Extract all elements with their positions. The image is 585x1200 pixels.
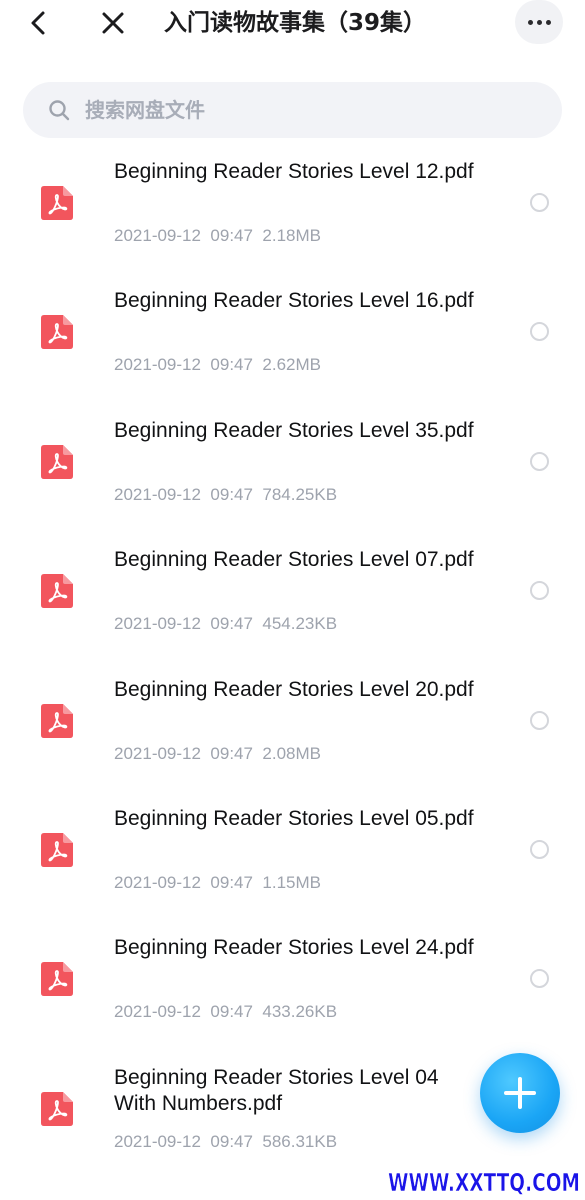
more-horizontal-icon xyxy=(545,19,551,25)
file-meta: 2021-09-12 09:47 1.15MB xyxy=(114,872,321,892)
pdf-file-icon xyxy=(41,703,73,738)
search-bar[interactable] xyxy=(23,82,562,138)
select-radio[interactable] xyxy=(530,839,549,859)
select-radio[interactable] xyxy=(530,451,549,471)
pdf-file-icon xyxy=(41,574,73,609)
file-browser-screen: 入门读物故事集（39集） Beginning Reader Stories Le… xyxy=(0,0,585,1200)
pdf-file-icon xyxy=(41,186,73,220)
pdf-file-icon xyxy=(41,1091,73,1126)
file-list-item[interactable]: Beginning Reader Stories Level 07.pdf 20… xyxy=(0,538,585,667)
file-name: Beginning Reader Stories Level 07.pdf xyxy=(114,548,474,572)
file-list-item[interactable]: Beginning Reader Stories Level 24.pdf 20… xyxy=(0,926,585,1055)
search-input[interactable] xyxy=(85,90,545,130)
pdf-file-icon xyxy=(41,315,73,350)
file-name: Beginning Reader Stories Level 16.pdf xyxy=(114,289,474,313)
plus-icon xyxy=(504,1077,536,1109)
file-name: Beginning Reader Stories Level 04 With N… xyxy=(114,1065,439,1115)
file-list: Beginning Reader Stories Level 12.pdf 20… xyxy=(0,150,585,1185)
file-list-item[interactable]: Beginning Reader Stories Level 16.pdf 20… xyxy=(0,279,585,408)
file-meta: 2021-09-12 09:47 433.26KB xyxy=(114,1002,338,1022)
select-radio[interactable] xyxy=(530,969,549,989)
file-list-item[interactable]: Beginning Reader Stories Level 20.pdf 20… xyxy=(0,668,585,797)
more-horizontal-icon xyxy=(536,19,542,25)
chevron-left-icon xyxy=(31,11,45,35)
file-name: Beginning Reader Stories Level 20.pdf xyxy=(114,677,474,701)
watermark-logo: WWW.XXTTQ.COM xyxy=(388,1168,581,1198)
select-radio[interactable] xyxy=(530,193,549,212)
file-name: Beginning Reader Stories Level 05.pdf xyxy=(114,806,474,830)
pdf-file-icon xyxy=(41,962,73,997)
pdf-file-icon xyxy=(41,444,73,479)
select-radio[interactable] xyxy=(530,581,549,601)
file-meta: 2021-09-12 09:47 2.08MB xyxy=(114,743,321,763)
file-meta: 2021-09-12 09:47 454.23KB xyxy=(114,614,338,634)
back-button[interactable] xyxy=(24,8,54,38)
file-list-item[interactable]: Beginning Reader Stories Level 35.pdf 20… xyxy=(0,409,585,538)
file-meta: 2021-09-12 09:47 2.62MB xyxy=(114,355,321,375)
search-icon xyxy=(49,100,70,121)
pdf-file-icon xyxy=(41,832,73,867)
select-radio[interactable] xyxy=(530,322,549,342)
more-horizontal-icon xyxy=(527,19,533,25)
file-list-item[interactable]: Beginning Reader Stories Level 12.pdf 20… xyxy=(0,150,585,279)
watermark-text: WWW.XXTTQ.COM xyxy=(388,1168,580,1197)
file-list-item[interactable]: Beginning Reader Stories Level 05.pdf 20… xyxy=(0,797,585,926)
close-icon xyxy=(102,12,124,34)
file-meta: 2021-09-12 09:47 784.25KB xyxy=(114,484,338,504)
file-name: Beginning Reader Stories Level 35.pdf xyxy=(114,418,474,442)
page-title: 入门读物故事集（39集） xyxy=(164,10,427,36)
header-bar: 入门读物故事集（39集） xyxy=(0,0,585,62)
file-name: Beginning Reader Stories Level 12.pdf xyxy=(114,160,474,183)
close-button[interactable] xyxy=(98,8,128,38)
file-meta: 2021-09-12 09:47 2.18MB xyxy=(114,226,321,245)
select-radio[interactable] xyxy=(530,710,549,730)
file-name: Beginning Reader Stories Level 24.pdf xyxy=(114,936,474,960)
more-button[interactable] xyxy=(515,0,563,44)
upload-fab-button[interactable] xyxy=(480,1053,560,1133)
file-meta: 2021-09-12 09:47 586.31KB xyxy=(114,1131,338,1151)
